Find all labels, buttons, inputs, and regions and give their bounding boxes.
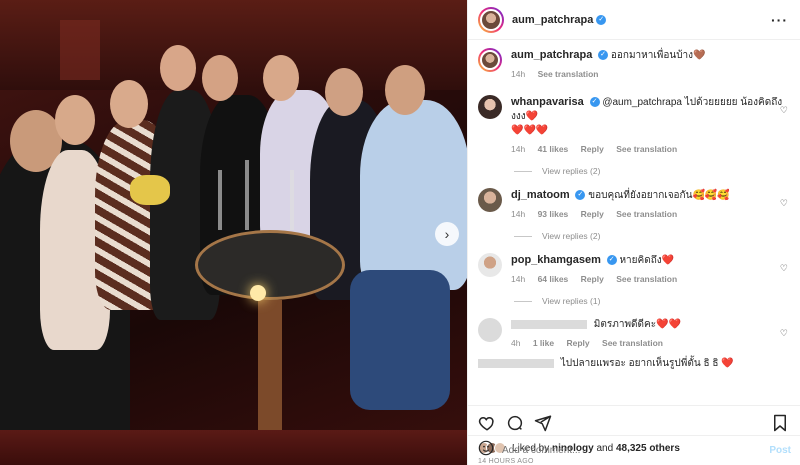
see-translation-link[interactable]: See translation — [602, 338, 663, 348]
comment-input[interactable] — [502, 445, 770, 456]
reply-button[interactable]: Reply — [581, 274, 604, 284]
like-heart-icon[interactable] — [478, 414, 496, 437]
redacted-username — [478, 358, 554, 368]
reply-button[interactable]: Reply — [581, 144, 604, 154]
caption-text: ออกมาหาเพื่อนบ้าง🤎 — [610, 50, 706, 61]
verified-badge-icon: ✓ — [598, 50, 609, 61]
caption-username[interactable]: aum_patchrapa — [511, 49, 592, 61]
author-avatar[interactable] — [478, 48, 502, 72]
table-leg — [258, 300, 282, 440]
comment-text: มิตรภาพดีดีคะ❤️❤️ — [593, 319, 681, 330]
verified-badge-icon: ✓ — [596, 14, 607, 25]
like-comment-heart-icon[interactable]: ♡ — [780, 105, 788, 116]
comment-time[interactable]: 14h — [511, 144, 525, 154]
author-username[interactable]: aum_patchrapa — [512, 14, 593, 26]
person-face — [325, 68, 363, 116]
share-paper-plane-icon[interactable] — [534, 414, 552, 437]
person-shape — [360, 100, 467, 290]
chevron-right-icon: › — [444, 226, 450, 242]
next-photo-button[interactable]: › — [435, 222, 459, 246]
yellow-bag — [130, 175, 170, 205]
comment-item: ไปปลายแพรอะ อยากเห็นรูปพี่ตั้น ธิ ธิ ❤️ — [478, 356, 788, 371]
see-translation-link[interactable]: See translation — [616, 144, 677, 154]
comment-time[interactable]: 14h — [511, 274, 525, 284]
save-bookmark-icon[interactable] — [772, 414, 788, 437]
redacted-username — [511, 319, 587, 329]
person-face — [202, 55, 238, 101]
comment-likes[interactable]: 93 likes — [538, 209, 569, 219]
candle-light — [250, 285, 266, 301]
comment-item: มิตรภาพดีดีคะ❤️❤️ 4h 1 like Reply See tr… — [478, 318, 788, 350]
jeans-shape — [350, 270, 450, 410]
comment-likes[interactable]: 1 like — [533, 338, 554, 348]
glass-shape — [290, 170, 294, 230]
post-comment-button[interactable]: Post — [769, 445, 791, 456]
see-translation-link[interactable]: See translation — [616, 274, 677, 284]
post-header: aum_patchrapa ✓ ··· — [468, 0, 800, 40]
comment-likes[interactable]: 41 likes — [538, 144, 569, 154]
person-face — [55, 95, 95, 145]
comment-username[interactable]: pop_khamgasem — [511, 254, 601, 266]
like-comment-heart-icon[interactable]: ♡ — [780, 263, 788, 274]
post-view: › aum_patchrapa ✓ ··· aum_patchrapa ✓ ออ… — [0, 0, 800, 465]
reply-button[interactable]: Reply — [567, 338, 590, 348]
comment-time[interactable]: 4h — [511, 338, 520, 348]
comment-username[interactable]: whanpavarisa — [511, 96, 584, 108]
author-avatar[interactable] — [478, 6, 504, 33]
background-decor — [60, 20, 100, 80]
comment-time[interactable]: 14h — [511, 209, 525, 219]
like-comment-heart-icon[interactable]: ♡ — [780, 328, 788, 339]
person-face — [385, 65, 425, 115]
view-replies-button[interactable]: View replies (2) — [514, 231, 788, 241]
verified-badge-icon: ✓ — [575, 190, 586, 201]
reply-button[interactable]: Reply — [581, 209, 604, 219]
person-face — [263, 55, 299, 101]
view-replies-button[interactable]: View replies (1) — [514, 296, 788, 306]
view-replies-button[interactable]: View replies (2) — [514, 166, 788, 176]
table-top — [195, 230, 345, 300]
see-translation-link[interactable]: See translation — [616, 209, 677, 219]
post-photo[interactable]: › — [0, 0, 467, 465]
comments-list[interactable]: aum_patchrapa ✓ ออกมาหาเพื่อนบ้าง🤎 14h S… — [468, 40, 800, 405]
floor — [0, 430, 467, 465]
comment-likes[interactable]: 64 likes — [538, 274, 569, 284]
more-options-icon[interactable]: ··· — [771, 12, 788, 28]
verified-badge-icon: ✓ — [589, 97, 600, 108]
comment-item: dj_matoom ✓ ขอบคุณที่ยังอยากเจอกัน🥰🥰🥰 14… — [478, 188, 788, 221]
like-comment-heart-icon[interactable]: ♡ — [780, 198, 788, 209]
commenter-avatar[interactable] — [478, 318, 502, 342]
caption-time[interactable]: 14h — [511, 69, 525, 79]
see-translation-link[interactable]: See translation — [538, 69, 599, 79]
comment-text: ขอบคุณที่ยังอยากเจอกัน🥰🥰🥰 — [588, 190, 730, 201]
commenter-avatar[interactable] — [478, 188, 502, 212]
comment-item: pop_khamgasem ✓ หายคิดถึง❤️ 14h 64 likes… — [478, 253, 788, 286]
comment-text: ไปปลายแพรอะ อยากเห็นรูปพี่ตั้น ธิ ธิ ❤️ — [560, 358, 734, 369]
person-face — [110, 80, 148, 128]
comment-bubble-icon[interactable] — [506, 414, 524, 437]
commenter-avatar[interactable] — [478, 253, 502, 277]
person-face — [160, 45, 196, 91]
comment-username[interactable]: dj_matoom — [511, 189, 570, 201]
caption: aum_patchrapa ✓ ออกมาหาเพื่อนบ้าง🤎 14h S… — [478, 48, 788, 81]
commenter-avatar[interactable] — [478, 95, 502, 119]
glass-shape — [218, 170, 222, 230]
comment-item: whanpavarisa ✓ @aum_patchrapa ไปด้วยยยยย… — [478, 95, 788, 156]
verified-badge-icon: ✓ — [606, 255, 617, 266]
comment-text-extra: ❤️❤️❤️ — [511, 125, 549, 136]
post-details-panel: aum_patchrapa ✓ ··· aum_patchrapa ✓ ออกม… — [467, 0, 800, 465]
add-comment-bar: Post — [468, 435, 800, 465]
glass-shape — [245, 160, 249, 230]
emoji-icon[interactable] — [478, 440, 494, 461]
comment-text: หายคิดถึง❤️ — [619, 255, 675, 266]
